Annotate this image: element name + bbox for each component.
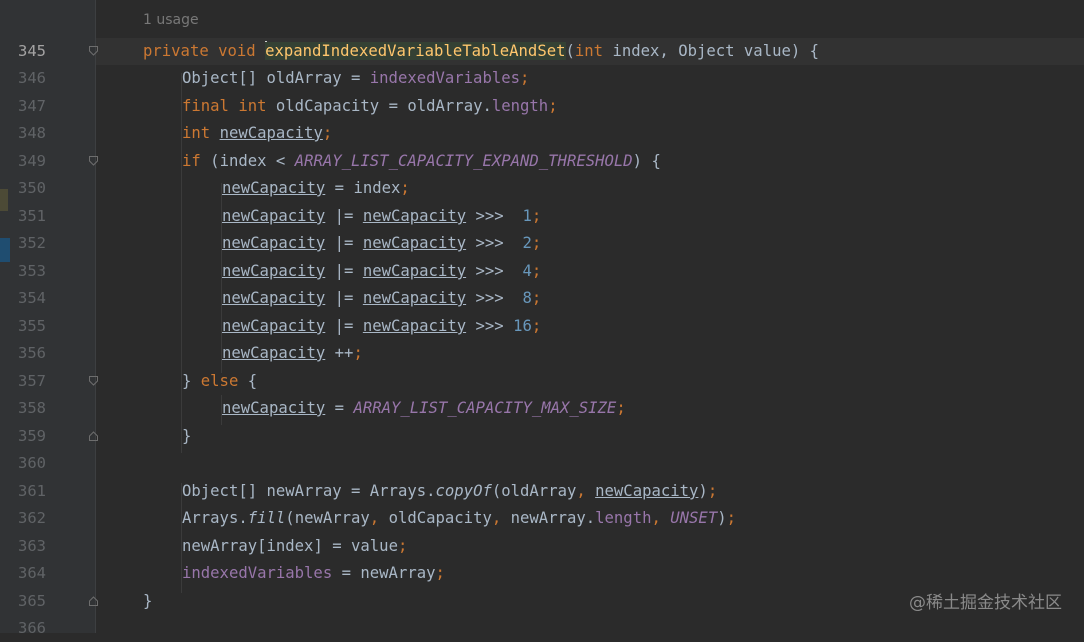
line-number[interactable]: 351 <box>0 203 46 230</box>
line-number[interactable]: 360 <box>0 450 46 477</box>
line-number[interactable]: 358 <box>0 395 46 422</box>
code-text: indexedVariables = newArray; <box>182 564 445 582</box>
code-line[interactable]: 348 int newCapacity; <box>0 120 1084 147</box>
code-line[interactable]: 364 indexedVariables = newArray; <box>0 560 1084 587</box>
line-number[interactable]: 350 <box>0 175 46 202</box>
code-text: private void expandIndexedVariableTableA… <box>143 41 820 60</box>
code-text: newArray[index] = value; <box>182 537 408 555</box>
line-number[interactable]: 364 <box>0 560 46 587</box>
code-line[interactable]: 352 newCapacity |= newCapacity >>> 2; <box>0 230 1084 257</box>
line-number[interactable]: 345 <box>0 38 46 65</box>
code-text: newCapacity = ARRAY_LIST_CAPACITY_MAX_SI… <box>222 399 626 417</box>
line-number[interactable]: 346 <box>0 65 46 92</box>
code-text: newCapacity |= newCapacity >>> 2; <box>222 234 542 252</box>
code-line[interactable]: 347 final int oldCapacity = oldArray.len… <box>0 93 1084 120</box>
code-line[interactable]: 358 newCapacity = ARRAY_LIST_CAPACITY_MA… <box>0 395 1084 422</box>
method-name[interactable]: expandIndexedVariableTableAndSet <box>265 42 566 60</box>
line-number[interactable]: 357 <box>0 368 46 395</box>
code-text: newCapacity = index; <box>222 179 410 197</box>
code-line[interactable]: 362 Arrays.fill(newArray, oldCapacity, n… <box>0 505 1084 532</box>
code-text: newCapacity |= newCapacity >>> 8; <box>222 289 542 307</box>
usage-hint[interactable]: 1 usage <box>143 12 199 28</box>
fold-open-icon[interactable] <box>89 376 98 386</box>
code-text: int newCapacity; <box>182 124 333 142</box>
code-text: newCapacity ++; <box>222 344 363 362</box>
line-number[interactable]: 363 <box>0 533 46 560</box>
code-text: } <box>143 592 153 610</box>
code-line[interactable]: 355 newCapacity |= newCapacity >>> 16; <box>0 313 1084 340</box>
code-line[interactable]: 366 <box>0 615 1084 642</box>
line-number[interactable]: 355 <box>0 313 46 340</box>
code-text: final int oldCapacity = oldArray.length; <box>182 97 558 115</box>
line-number[interactable]: 353 <box>0 258 46 285</box>
code-text: } <box>182 427 192 445</box>
fold-open-icon[interactable] <box>89 46 98 56</box>
line-number[interactable]: 356 <box>0 340 46 367</box>
line-number[interactable]: 354 <box>0 285 46 312</box>
code-line[interactable]: 359 } <box>0 423 1084 450</box>
code-line[interactable]: 363 newArray[index] = value; <box>0 533 1084 560</box>
code-text: } else { <box>182 372 258 390</box>
code-text: newCapacity |= newCapacity >>> 16; <box>222 317 542 335</box>
code-text: newCapacity |= newCapacity >>> 4; <box>222 262 542 280</box>
code-line[interactable]: 350 newCapacity = index; <box>0 175 1084 202</box>
fold-close-icon[interactable] <box>89 596 98 606</box>
code-line[interactable]: 357 } else { <box>0 368 1084 395</box>
code-line[interactable]: 345 private void expandIndexedVariableTa… <box>0 38 1084 65</box>
line-number[interactable]: 362 <box>0 505 46 532</box>
code-text: Object[] newArray = Arrays.copyOf(oldArr… <box>182 482 718 500</box>
line-number[interactable]: 366 <box>0 615 46 642</box>
line-number[interactable]: 361 <box>0 478 46 505</box>
code-text: Object[] oldArray = indexedVariables; <box>182 69 530 87</box>
code-line[interactable]: 356 newCapacity ++; <box>0 340 1084 367</box>
fold-close-icon[interactable] <box>89 431 98 441</box>
code-text: if (index < ARRAY_LIST_CAPACITY_EXPAND_T… <box>182 152 661 170</box>
code-text: Arrays.fill(newArray, oldCapacity, newAr… <box>182 509 736 527</box>
line-number[interactable]: 359 <box>0 423 46 450</box>
line-number[interactable]: 365 <box>0 588 46 615</box>
line-number[interactable]: 348 <box>0 120 46 147</box>
code-line[interactable]: 354 newCapacity |= newCapacity >>> 8; <box>0 285 1084 312</box>
code-line[interactable]: 349 if (index < ARRAY_LIST_CAPACITY_EXPA… <box>0 148 1084 175</box>
code-line[interactable]: 346 Object[] oldArray = indexedVariables… <box>0 65 1084 92</box>
watermark: @稀土掘金技术社区 <box>909 593 1062 613</box>
line-number[interactable]: 349 <box>0 148 46 175</box>
code-line[interactable]: 351 newCapacity |= newCapacity >>> 1; <box>0 203 1084 230</box>
code-line[interactable]: 361 Object[] newArray = Arrays.copyOf(ol… <box>0 478 1084 505</box>
code-text: newCapacity |= newCapacity >>> 1; <box>222 207 542 225</box>
line-number[interactable]: 352 <box>0 230 46 257</box>
line-number[interactable]: 347 <box>0 93 46 120</box>
fold-open-icon[interactable] <box>89 156 98 166</box>
code-line[interactable]: 360 <box>0 450 1084 477</box>
code-line[interactable]: 353 newCapacity |= newCapacity >>> 4; <box>0 258 1084 285</box>
